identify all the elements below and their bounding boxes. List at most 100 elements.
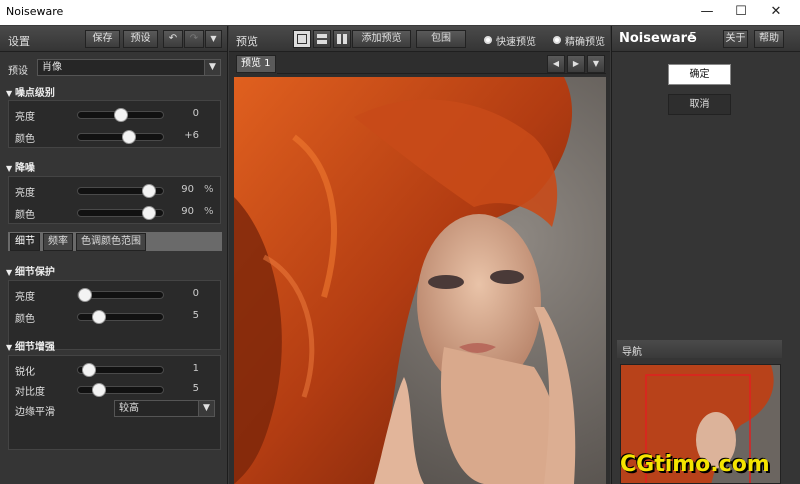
precise-preview-label: 精确预览 — [565, 37, 605, 48]
tab-menu-button[interactable]: ▼ — [587, 55, 605, 73]
detail-enhance-box: 锐化 1 对比度 5 边缘平滑 较高 ▼ — [8, 355, 221, 450]
sharpen-slider[interactable] — [77, 363, 164, 377]
slider-label: 亮度 — [15, 112, 35, 123]
slider-value: 5 — [192, 310, 199, 321]
protect-color-slider[interactable] — [77, 310, 164, 324]
noise-color-slider[interactable] — [77, 130, 164, 144]
single-view-icon — [297, 34, 307, 44]
slider-value: +6 — [184, 130, 199, 141]
preset-select-value: 肖像 — [42, 62, 62, 73]
fast-preview-radio[interactable] — [484, 36, 492, 44]
slider-knob[interactable] — [141, 206, 156, 220]
split-vertical-button[interactable] — [333, 30, 351, 48]
about-button[interactable]: 关于 — [723, 30, 748, 48]
chevron-down-icon: ▼ — [210, 34, 217, 43]
watermark: CGtimo.com — [620, 452, 770, 477]
slider-knob[interactable] — [78, 288, 92, 302]
title-bar: Noiseware — ☐ ✕ — [0, 0, 800, 25]
edge-smooth-label: 边缘平滑 — [15, 407, 55, 418]
section-detail-enhance: 细节增强 — [6, 338, 55, 353]
slider-knob[interactable] — [81, 363, 96, 377]
chevron-down-icon: ▼ — [592, 59, 600, 68]
edge-smooth-select[interactable]: 较高 ▼ — [114, 400, 215, 417]
slider-unit: % — [204, 184, 214, 195]
single-view-button[interactable] — [293, 30, 311, 48]
tab-divider — [277, 73, 606, 74]
slider-label: 锐化 — [15, 367, 35, 378]
add-preview-button[interactable]: 添加预览 — [352, 30, 411, 48]
portrait-photo — [234, 77, 606, 484]
ok-button[interactable]: 确定 — [668, 64, 731, 85]
wrap-button[interactable]: 包围 — [416, 30, 466, 48]
slider-label: 对比度 — [15, 387, 45, 398]
slider-label: 亮度 — [15, 292, 35, 303]
noise-level-box: 亮度 0 颜色 +6 — [8, 100, 221, 148]
save-button[interactable]: 保存 — [85, 30, 120, 48]
split-horizontal-button[interactable] — [313, 30, 331, 48]
navigator-title: 导航 — [622, 347, 642, 358]
slider-value: 0 — [192, 108, 199, 119]
noiseware-logo: Noiseware — [619, 31, 696, 46]
slider-value: 90 — [181, 184, 194, 195]
maximize-button[interactable]: ☐ — [731, 3, 751, 21]
tab-preview-1[interactable]: 预览 1 — [236, 55, 276, 73]
help-button[interactable]: 帮助 — [754, 30, 784, 48]
slider-value: 0 — [192, 288, 199, 299]
preview-panel: 预览 添加预览 包围 快速预览 精确预览 预览 1 ◀ ▶ ▼ — [229, 26, 610, 484]
slider-knob[interactable] — [92, 383, 107, 397]
menu-button[interactable]: ▼ — [205, 30, 222, 48]
preview-image[interactable] — [234, 77, 606, 484]
tab-frequency[interactable]: 频率 — [43, 233, 73, 251]
preset-label: 预设 — [8, 66, 28, 77]
noiseware-version: 5 — [689, 31, 698, 46]
contrast-slider[interactable] — [77, 383, 164, 397]
navigator-header: 导航 — [617, 340, 782, 358]
window-title: Noiseware — [6, 5, 64, 18]
section-noise-level: 噪点级别 — [6, 84, 55, 99]
precise-preview-radio[interactable] — [553, 36, 561, 44]
settings-panel: 设置 保存 预设 ↶ ↷ ▼ 预设 肖像 ▼ 噪点级别 亮度 0 颜色 +6 降… — [0, 26, 228, 484]
preview-header: 预览 添加预览 包围 快速预览 精确预览 — [229, 26, 610, 52]
preset-select[interactable]: 肖像 ▼ — [37, 59, 221, 76]
close-button[interactable]: ✕ — [766, 3, 786, 21]
chevron-down-icon: ▼ — [198, 401, 214, 416]
preview-title: 预览 — [236, 35, 258, 48]
preset-button[interactable]: 预设 — [123, 30, 158, 48]
reduction-color-slider[interactable] — [77, 206, 164, 220]
minimize-button[interactable]: — — [697, 3, 717, 21]
split-vertical-icon — [337, 34, 347, 44]
cancel-button[interactable]: 取消 — [668, 94, 731, 115]
redo-button[interactable]: ↷ — [184, 30, 204, 48]
undo-button[interactable]: ↶ — [163, 30, 183, 48]
slider-value: 90 — [181, 206, 194, 217]
slider-value: 5 — [192, 383, 199, 394]
tab-detail[interactable]: 细节 — [10, 233, 40, 251]
slider-knob[interactable] — [92, 310, 107, 324]
noise-reduction-box: 亮度 90 % 颜色 90 % — [8, 176, 221, 224]
right-panel: Noiseware 5 关于 帮助 确定 取消 导航 — [611, 26, 800, 484]
edge-smooth-value: 较高 — [119, 403, 139, 414]
slider-knob[interactable] — [122, 130, 137, 144]
section-noise-reduction: 降噪 — [6, 159, 35, 174]
slider-label: 颜色 — [15, 314, 35, 325]
reduction-luma-slider[interactable] — [77, 184, 164, 198]
next-tab-button[interactable]: ▶ — [567, 55, 585, 73]
right-header: Noiseware 5 关于 帮助 — [612, 26, 800, 52]
slider-label: 颜色 — [15, 134, 35, 145]
tab-tone-color-range[interactable]: 色调颜色范围 — [76, 233, 146, 251]
redo-icon: ↷ — [189, 33, 199, 44]
slider-knob[interactable] — [141, 184, 156, 198]
split-horizontal-icon — [317, 34, 327, 44]
settings-title: 设置 — [8, 35, 30, 48]
protect-luma-slider[interactable] — [77, 288, 164, 302]
prev-tab-button[interactable]: ◀ — [547, 55, 565, 73]
slider-knob[interactable] — [113, 108, 128, 122]
slider-label: 亮度 — [15, 188, 35, 199]
slider-unit: % — [204, 206, 214, 217]
slider-value: 1 — [192, 363, 199, 374]
undo-icon: ↶ — [168, 33, 178, 44]
settings-header: 设置 保存 预设 ↶ ↷ ▼ — [0, 26, 227, 52]
chevron-left-icon: ◀ — [552, 59, 560, 68]
noise-luma-slider[interactable] — [77, 108, 164, 122]
section-detail-protect: 细节保护 — [6, 263, 55, 278]
